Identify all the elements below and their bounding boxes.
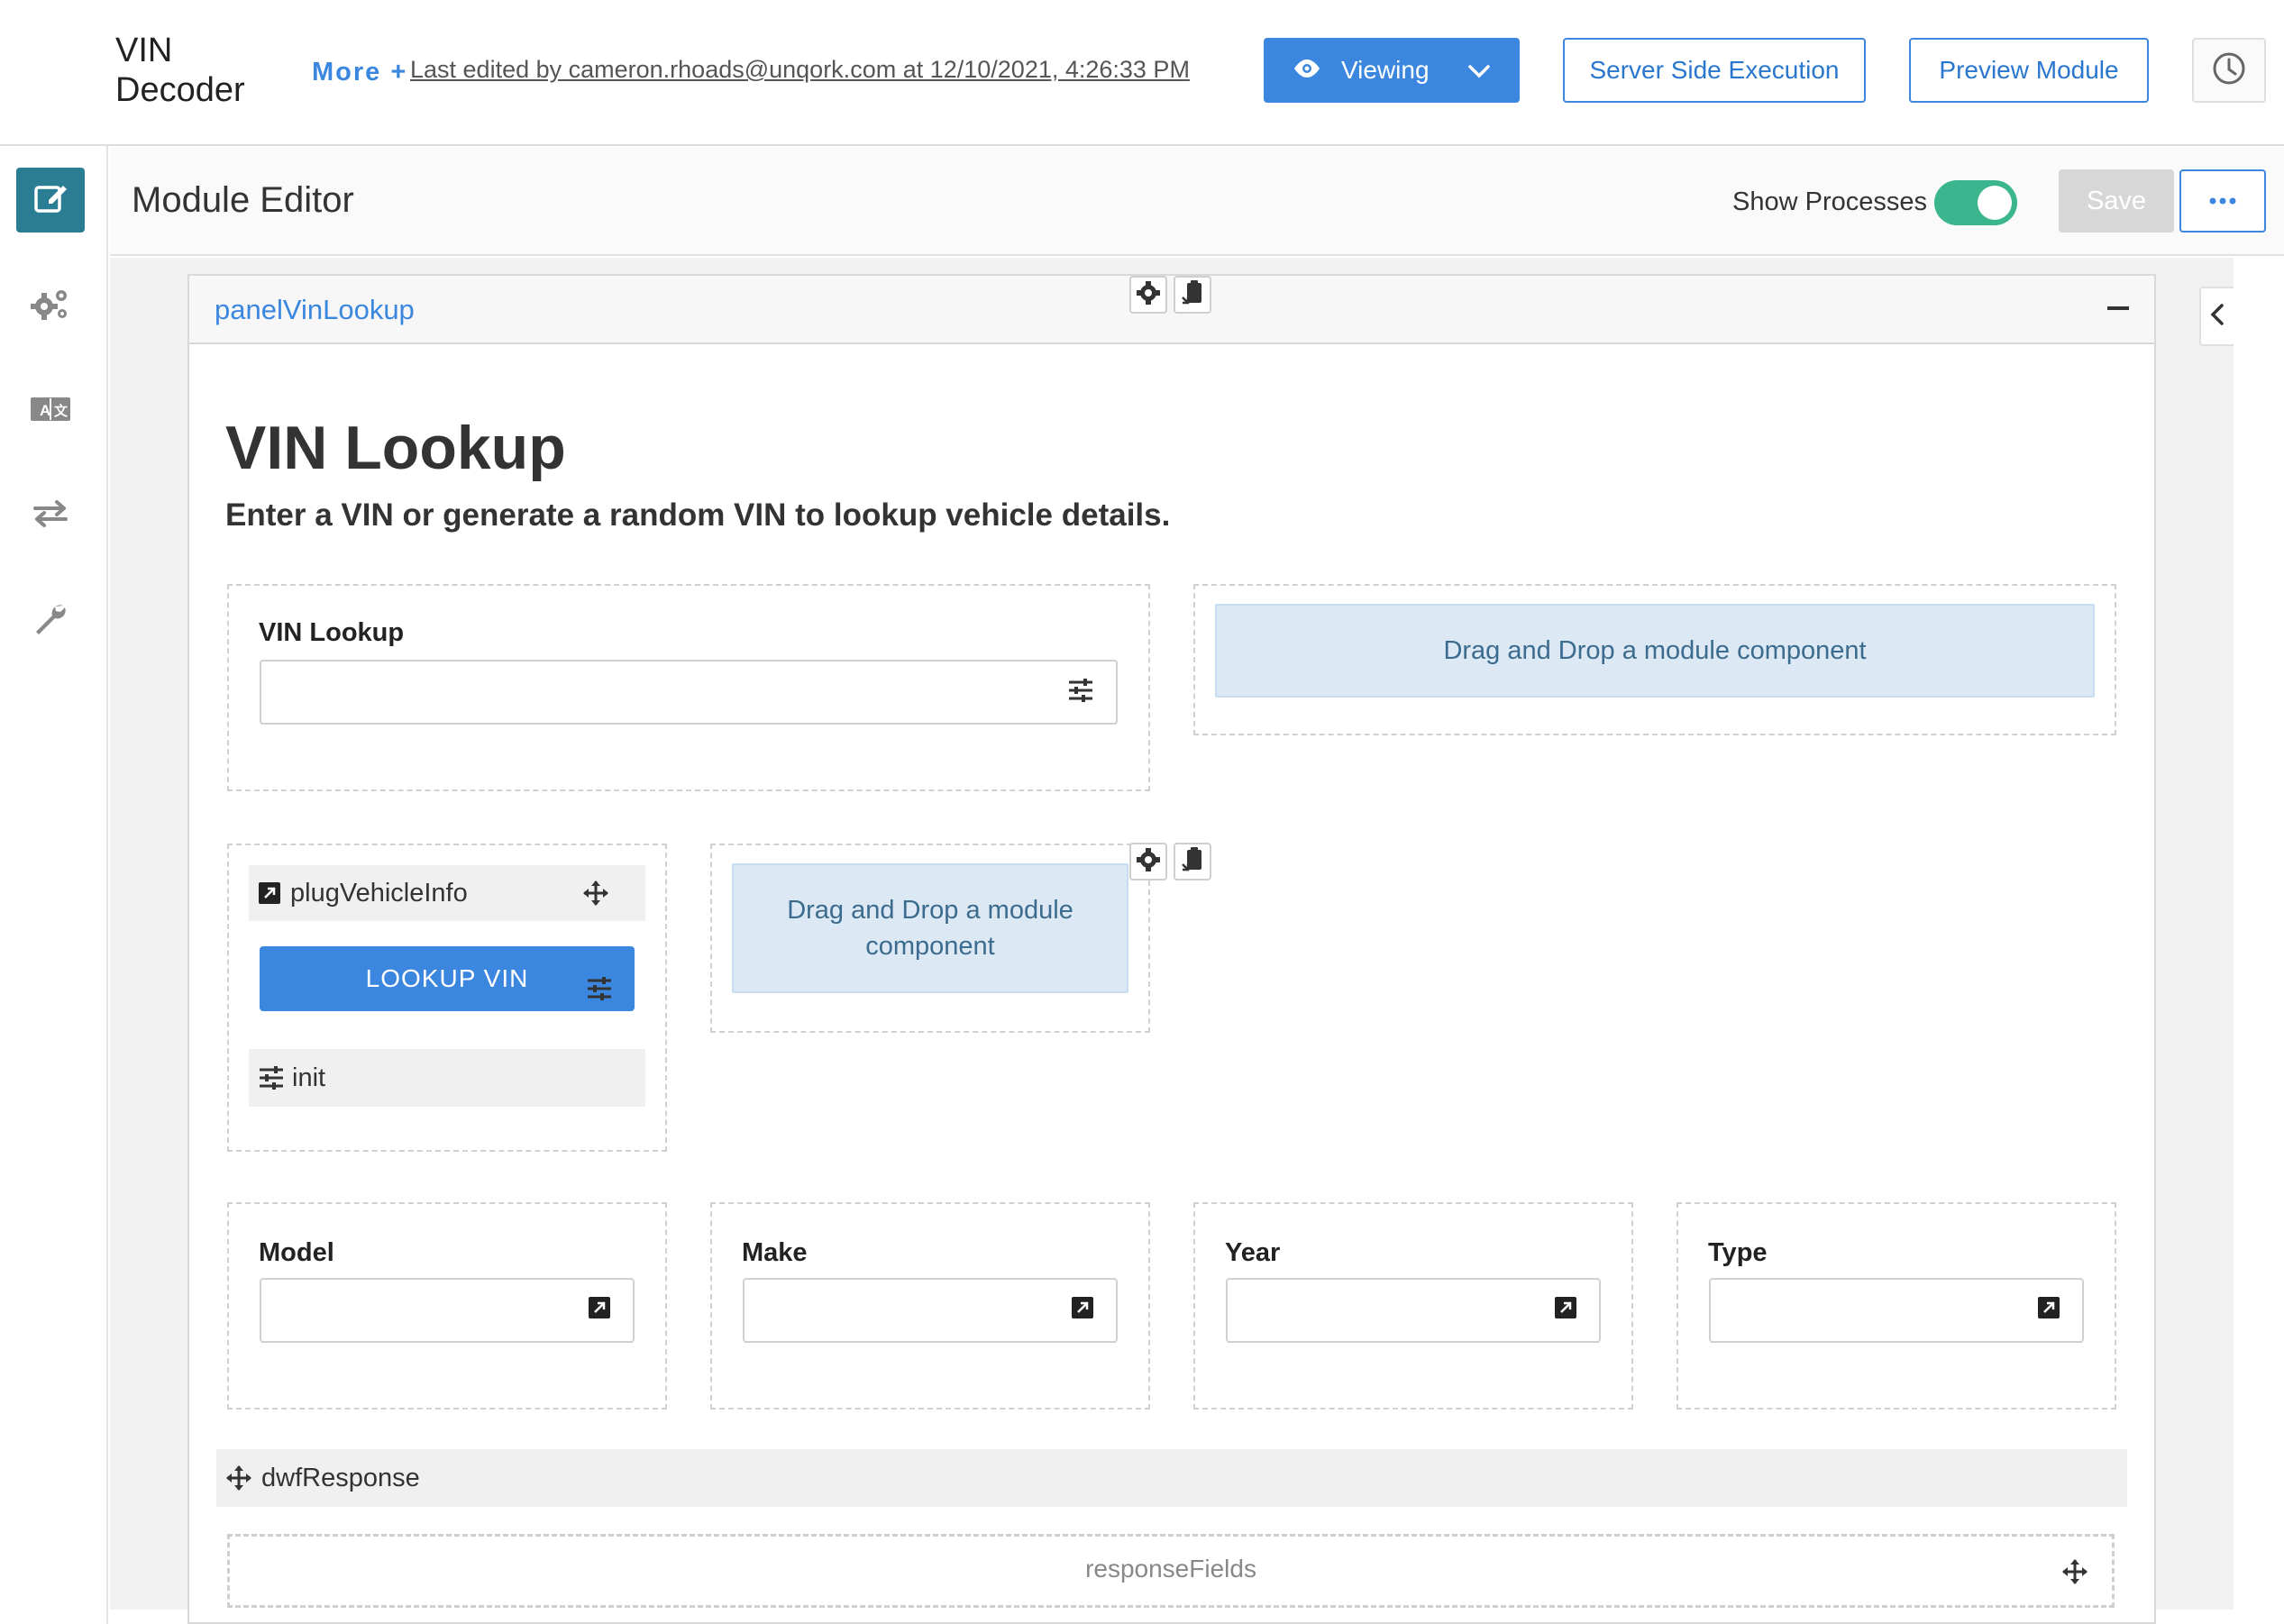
year-field[interactable]: [1226, 1278, 1601, 1343]
edit-icon: [32, 180, 69, 221]
clock-icon: [2212, 51, 2246, 90]
vin-lookup-input[interactable]: [260, 660, 1118, 725]
external-link-icon: [588, 1296, 611, 1324]
clipboard-icon: [1181, 846, 1204, 878]
model-field[interactable]: [260, 1278, 635, 1343]
left-sidebar: A文: [0, 146, 108, 1624]
lookup-vin-label: LOOKUP VIN: [365, 964, 529, 992]
lookup-vin-button[interactable]: LOOKUP VIN: [260, 946, 635, 1011]
panel-name[interactable]: panelVinLookup: [215, 294, 415, 326]
minimize-icon[interactable]: [2107, 306, 2129, 310]
wrench-icon: [32, 600, 69, 641]
component-copy-button[interactable]: [1174, 843, 1211, 880]
chevron-left-icon: [2210, 303, 2225, 331]
ellipsis-icon: [2209, 193, 2236, 209]
page-title: Module Editor: [132, 180, 354, 220]
move-icon[interactable]: [225, 1464, 252, 1492]
external-link-icon: [1071, 1296, 1094, 1324]
external-link-icon: [258, 881, 281, 905]
preview-module-button[interactable]: Preview Module: [1909, 38, 2149, 103]
show-processes-toggle[interactable]: [1934, 180, 2017, 225]
exchange-icon: [32, 499, 69, 533]
external-link-icon: [2037, 1296, 2060, 1324]
clipboard-icon: [1181, 279, 1204, 311]
year-label: Year: [1225, 1238, 1281, 1267]
panel-subtitle: Enter a VIN or generate a random VIN to …: [225, 497, 1171, 533]
gear-icon: [1136, 280, 1161, 310]
chevron-down-icon: [1467, 56, 1491, 85]
external-link-icon: [1554, 1296, 1577, 1324]
make-field[interactable]: [743, 1278, 1118, 1343]
move-icon[interactable]: [582, 880, 609, 907]
last-edited-link[interactable]: Last edited by cameron.rhoads@unqork.com…: [410, 56, 1190, 84]
top-bar: VIN Decoder More + Last edited by camero…: [0, 0, 2284, 146]
dropzone-middle[interactable]: Drag and Drop a module component: [732, 863, 1128, 993]
panel-header: panelVinLookup: [189, 276, 2154, 344]
app-title: VIN Decoder: [115, 32, 245, 109]
response-fields-container[interactable]: responseFields: [227, 1534, 2115, 1608]
more-link[interactable]: More +: [312, 58, 407, 87]
type-label: Type: [1708, 1238, 1768, 1267]
sidebar-item-settings[interactable]: [16, 274, 85, 339]
sidebar-item-editor[interactable]: [16, 168, 85, 233]
plug-label: plugVehicleInfo: [290, 878, 468, 908]
module-editor-header: Module Editor Show Processes Save: [110, 148, 2284, 256]
sliders-icon: [1067, 678, 1094, 707]
server-side-execution-button[interactable]: Server Side Execution: [1563, 38, 1866, 103]
expand-panel-button[interactable]: [2199, 287, 2234, 346]
response-fields-label: responseFields: [1085, 1555, 1256, 1583]
dropzone-top[interactable]: Drag and Drop a module component: [1215, 604, 2095, 698]
dwf-response-label: dwfResponse: [261, 1463, 420, 1492]
viewing-dropdown-button[interactable]: Viewing: [1264, 38, 1520, 103]
init-label: init: [292, 1063, 326, 1092]
show-processes-label: Show Processes: [1732, 187, 1927, 216]
model-label: Model: [259, 1238, 334, 1267]
init-row[interactable]: init: [249, 1049, 645, 1107]
type-field[interactable]: [1709, 1278, 2084, 1343]
toggle-knob: [1978, 186, 2012, 220]
gears-icon: [30, 287, 71, 327]
vin-lookup-label: VIN Lookup: [259, 618, 405, 647]
history-button[interactable]: [2192, 38, 2266, 103]
move-icon[interactable]: [2061, 1558, 2088, 1585]
component-settings-button[interactable]: [1129, 843, 1167, 880]
sidebar-item-data[interactable]: [16, 483, 85, 548]
component-copy-button[interactable]: [1174, 276, 1211, 314]
make-label: Make: [742, 1238, 808, 1267]
translate-icon: A文: [30, 397, 71, 426]
more-options-button[interactable]: [2179, 169, 2266, 233]
sliders-icon: [258, 1066, 285, 1090]
sidebar-item-tools[interactable]: [16, 588, 85, 652]
plug-vehicle-info-row[interactable]: plugVehicleInfo: [249, 865, 645, 921]
save-button[interactable]: Save: [2059, 169, 2174, 233]
right-panel-strip: [2234, 258, 2284, 1624]
panel-heading: VIN Lookup: [225, 414, 566, 482]
svg-text:文: 文: [54, 403, 69, 419]
dwf-response-row[interactable]: dwfResponse: [216, 1449, 2127, 1507]
sidebar-item-translations[interactable]: A文: [16, 379, 85, 443]
eye-icon: [1293, 56, 1321, 85]
sliders-icon: [586, 977, 613, 1007]
svg-text:A: A: [40, 402, 50, 419]
gear-icon: [1136, 847, 1161, 877]
viewing-label: Viewing: [1341, 56, 1430, 84]
component-settings-button[interactable]: [1129, 276, 1167, 314]
